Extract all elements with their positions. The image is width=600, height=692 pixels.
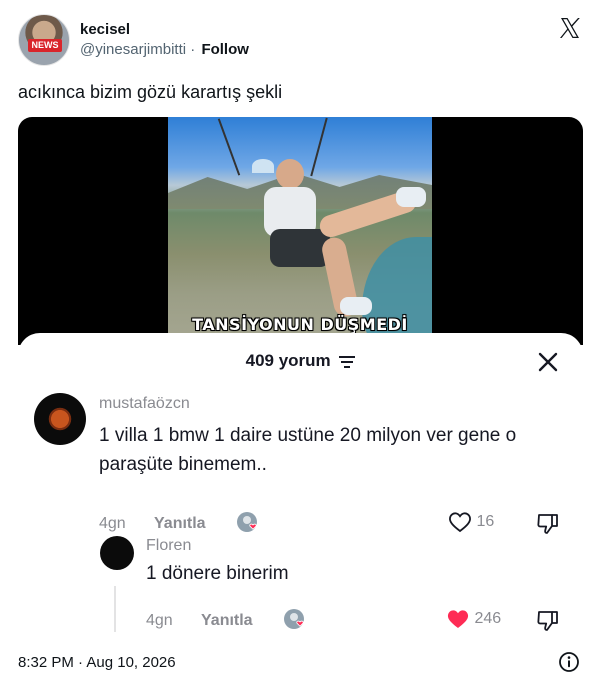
video-frame: TANSİYONUN DÜŞMEDİ (168, 117, 432, 345)
heart-icon (447, 610, 469, 628)
follow-button[interactable]: Follow (201, 41, 249, 58)
x-logo-icon[interactable] (558, 16, 582, 40)
info-icon[interactable] (558, 651, 580, 673)
heart-icon (449, 512, 471, 533)
handle-separator: · (190, 41, 196, 58)
commenter-avatar[interactable] (34, 393, 86, 445)
commenter-username[interactable]: Floren (146, 537, 191, 555)
comment-age: 4gn (146, 612, 173, 629)
video-player[interactable]: TANSİYONUN DÜŞMEDİ (18, 117, 583, 345)
like-button[interactable]: 16 (448, 511, 494, 533)
like-count: 16 (476, 513, 495, 531)
paraglider-line-left (217, 118, 241, 176)
reply-button[interactable]: Yanıtla (201, 612, 253, 630)
author-name[interactable]: kecisel (80, 21, 130, 38)
author-avatar[interactable]: NEWS (18, 14, 70, 66)
comment-text: 1 dönere binerim (146, 563, 289, 584)
comments-count: 409 yorum (245, 351, 331, 370)
dislike-icon[interactable] (535, 608, 561, 634)
tweet-timestamp[interactable]: 8:32 PM · Aug 10, 2026 (18, 654, 176, 671)
comment-text: 1 villa 1 bmw 1 daire ustüne 20 milyon v… (99, 425, 517, 475)
like-count: 246 (474, 610, 502, 628)
like-button[interactable]: 246 (446, 608, 501, 630)
tweet-text: acıkınca bizim gözü karartış şekli (18, 82, 283, 102)
comments-count-row: 409 yorum (18, 351, 583, 371)
dislike-icon[interactable] (535, 511, 561, 537)
comments-sheet: 409 yorum mustafaözcn 1 villa 1 bmw 1 da… (18, 333, 583, 646)
passenger-shoe (396, 187, 426, 207)
commenter-username[interactable]: mustafaözcn (99, 395, 190, 413)
creator-liked-avatar (284, 609, 304, 629)
creator-liked-avatar (237, 512, 257, 532)
reply-button[interactable]: Yanıtla (154, 515, 206, 533)
commenter-avatar[interactable] (100, 536, 134, 570)
author-handle[interactable]: @yinesarjimbitti (80, 41, 186, 58)
author-handle-row: @yinesarjimbitti · Follow (80, 41, 249, 58)
reply-thread-line (114, 586, 116, 632)
close-icon[interactable] (537, 351, 559, 373)
tweet-header: NEWS kecisel @yinesarjimbitti · Follow (18, 14, 584, 68)
passenger-shoe-2 (340, 297, 372, 315)
avatar-news-badge: NEWS (28, 39, 62, 52)
filter-icon[interactable] (339, 355, 356, 369)
video-caption: TANSİYONUN DÜŞMEDİ (192, 315, 408, 334)
tweet-media[interactable]: TANSİYONUN DÜŞMEDİ 409 yorum mustafaözcn… (18, 117, 583, 646)
passenger-head (276, 159, 304, 189)
helmet (252, 159, 274, 173)
comment-age: 4gn (99, 515, 126, 532)
